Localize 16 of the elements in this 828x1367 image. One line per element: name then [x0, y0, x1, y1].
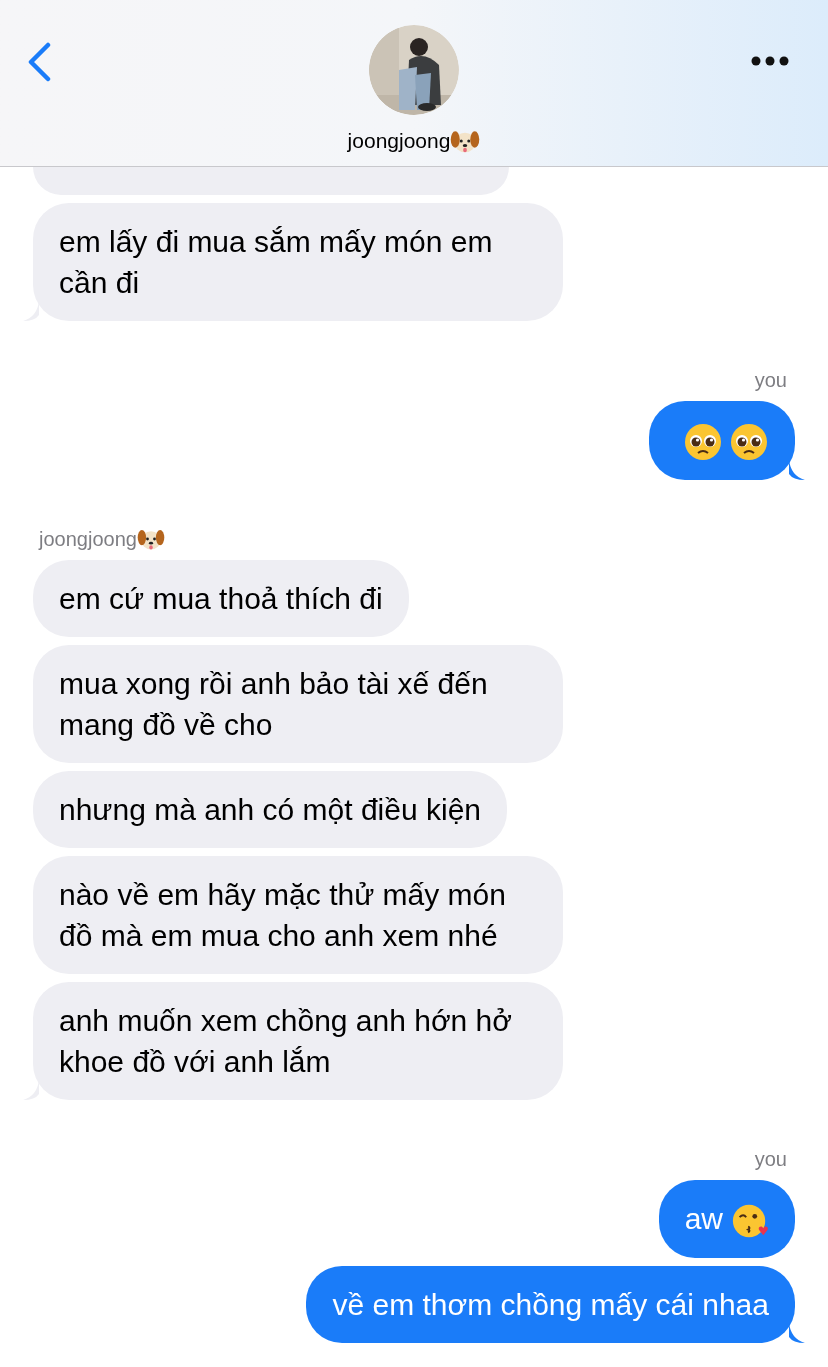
contact-name: joongjoong	[347, 128, 451, 154]
message-text: nào về em hãy mặc thử mấy món đồ mà em mua cho anh xem nhé	[59, 878, 506, 953]
message-text: em cứ mua thoả thích đi	[59, 582, 383, 616]
message-text: em lấy đi mua sắm mấy món em cần đi	[59, 225, 493, 299]
message-text: mua xong rồi anh bảo tài xế đến mang đồ về cho	[59, 667, 488, 742]
message-text: nhưng mà anh có một điều kiện	[59, 793, 481, 827]
message-text: aw	[684, 1202, 723, 1236]
message-text: về em thơm chồng mấy cái nhaa	[332, 1288, 769, 1322]
back-chevron-icon	[26, 42, 52, 82]
pleading-face-icon	[683, 422, 723, 463]
message-text: anh muốn xem chồng anh hớn hở khoe đồ với anh lắm	[59, 1004, 512, 1079]
sender-label: joongjoong	[39, 527, 137, 553]
more-icon	[751, 56, 789, 66]
sender-label: you	[754, 368, 787, 393]
sender-label: you	[754, 1147, 787, 1173]
pleading-face-icon	[729, 422, 769, 463]
